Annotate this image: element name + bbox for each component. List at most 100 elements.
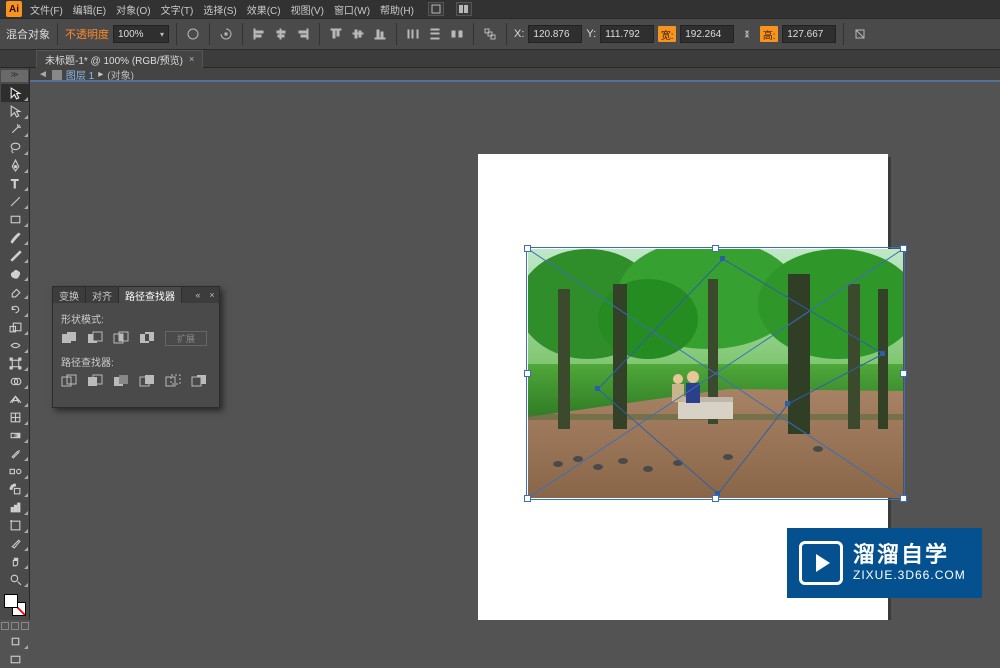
close-tab-icon[interactable]: ×: [189, 54, 194, 64]
document-tab[interactable]: 未标题-1* @ 100% (RGB/预览) ×: [36, 50, 203, 68]
arrange-icon[interactable]: [456, 2, 472, 16]
rectangle-tool[interactable]: [1, 210, 29, 228]
style-icon[interactable]: [184, 25, 202, 43]
gradient-tool[interactable]: [1, 426, 29, 444]
slice-tool[interactable]: [1, 534, 29, 552]
mesh-tool[interactable]: [1, 408, 29, 426]
height-field[interactable]: 127.667: [782, 25, 836, 43]
recolor-icon[interactable]: [217, 25, 235, 43]
handle-top-mid[interactable]: [712, 245, 719, 252]
gradient-mode-icon[interactable]: [11, 622, 19, 630]
handle-bottom-left[interactable]: [524, 495, 531, 502]
opacity-label[interactable]: 不透明度: [65, 26, 109, 42]
handle-top-right[interactable]: [900, 245, 907, 252]
distribute-spacing-icon[interactable]: [448, 25, 466, 43]
draw-mode-tool[interactable]: [1, 632, 29, 650]
extension-icon[interactable]: [428, 2, 444, 16]
divide-icon[interactable]: [61, 373, 79, 389]
magic-wand-tool[interactable]: [1, 120, 29, 138]
crop-icon[interactable]: [139, 373, 157, 389]
y-field[interactable]: 111.792: [600, 25, 654, 43]
fill-stroke-swatch[interactable]: [4, 594, 26, 616]
merge-icon[interactable]: [113, 373, 131, 389]
menu-type[interactable]: 文字(T): [159, 2, 196, 17]
opacity-field[interactable]: 100%: [113, 25, 169, 43]
align-top-icon[interactable]: [327, 25, 345, 43]
breadcrumb-back-icon[interactable]: ◄: [38, 69, 48, 80]
pencil-tool[interactable]: [1, 246, 29, 264]
screen-mode-tool[interactable]: [1, 650, 29, 668]
link-wh-icon[interactable]: [738, 25, 756, 43]
distribute-h-icon[interactable]: [404, 25, 422, 43]
toolbox-collapse[interactable]: [1, 70, 28, 82]
perspective-grid-tool[interactable]: [1, 390, 29, 408]
intersect-icon[interactable]: [113, 330, 131, 346]
column-graph-tool[interactable]: [1, 498, 29, 516]
menu-edit[interactable]: 编辑(E): [71, 2, 108, 17]
symbol-sprayer-tool[interactable]: [1, 480, 29, 498]
pen-tool[interactable]: [1, 156, 29, 174]
width-field[interactable]: 192.264: [680, 25, 734, 43]
outline-icon[interactable]: [165, 373, 183, 389]
align-hcenter-icon[interactable]: [272, 25, 290, 43]
selection-tool[interactable]: [1, 84, 29, 102]
exclude-icon[interactable]: [139, 330, 157, 346]
distribute-v-icon[interactable]: [426, 25, 444, 43]
line-tool[interactable]: [1, 192, 29, 210]
blend-tool[interactable]: [1, 462, 29, 480]
none-mode-icon[interactable]: [21, 622, 29, 630]
align-vcenter-icon[interactable]: [349, 25, 367, 43]
align-right-icon[interactable]: [294, 25, 312, 43]
menu-effect[interactable]: 效果(C): [245, 2, 283, 17]
shape-builder-tool[interactable]: [1, 372, 29, 390]
height-label: 高:: [760, 26, 778, 42]
direct-selection-tool[interactable]: [1, 102, 29, 120]
panel-tab-transform[interactable]: 变换: [53, 287, 86, 303]
app-icon: Ai: [6, 1, 22, 17]
width-tool[interactable]: [1, 336, 29, 354]
panel-close-icon[interactable]: ×: [205, 290, 219, 300]
handle-mid-left[interactable]: [524, 370, 531, 377]
handle-bottom-mid[interactable]: [712, 495, 719, 502]
menu-view[interactable]: 视图(V): [289, 2, 326, 17]
x-field[interactable]: 120.876: [528, 25, 582, 43]
handle-mid-right[interactable]: [900, 370, 907, 377]
free-transform-tool[interactable]: [1, 354, 29, 372]
isolate-icon[interactable]: [851, 25, 869, 43]
menu-object[interactable]: 对象(O): [114, 2, 152, 17]
transform-icon[interactable]: [481, 25, 499, 43]
panel-tab-align[interactable]: 对齐: [86, 287, 119, 303]
eraser-tool[interactable]: [1, 282, 29, 300]
handle-bottom-right[interactable]: [900, 495, 907, 502]
placed-image[interactable]: [528, 249, 903, 498]
panel-titlebar[interactable]: 变换 对齐 路径查找器 « ×: [53, 287, 219, 303]
menu-help[interactable]: 帮助(H): [378, 2, 416, 17]
menu-file[interactable]: 文件(F): [28, 2, 65, 17]
lasso-tool[interactable]: [1, 138, 29, 156]
type-tool[interactable]: T: [1, 174, 29, 192]
pathfinder-label: 路径查找器:: [61, 354, 211, 369]
artboard-tool[interactable]: [1, 516, 29, 534]
panel-tab-pathfinder[interactable]: 路径查找器: [119, 287, 182, 303]
rotate-tool[interactable]: [1, 300, 29, 318]
align-left-icon[interactable]: [250, 25, 268, 43]
handle-top-left[interactable]: [524, 245, 531, 252]
menu-select[interactable]: 选择(S): [201, 2, 238, 17]
expand-button[interactable]: 扩展: [165, 331, 207, 346]
blob-brush-tool[interactable]: [1, 264, 29, 282]
scale-tool[interactable]: [1, 318, 29, 336]
paintbrush-tool[interactable]: [1, 228, 29, 246]
panel-collapse-icon[interactable]: «: [191, 290, 205, 300]
pathfinder-panel[interactable]: 变换 对齐 路径查找器 « × 形状模式: 扩展 路径查找器:: [52, 286, 220, 408]
color-mode-icon[interactable]: [1, 622, 9, 630]
shape-mode-label: 形状模式:: [61, 311, 211, 326]
minus-back-icon[interactable]: [191, 373, 209, 389]
unite-icon[interactable]: [61, 330, 79, 346]
align-bottom-icon[interactable]: [371, 25, 389, 43]
eyedropper-tool[interactable]: [1, 444, 29, 462]
zoom-tool[interactable]: [1, 570, 29, 588]
trim-icon[interactable]: [87, 373, 105, 389]
hand-tool[interactable]: [1, 552, 29, 570]
menu-window[interactable]: 窗口(W): [332, 2, 372, 17]
minus-front-icon[interactable]: [87, 330, 105, 346]
